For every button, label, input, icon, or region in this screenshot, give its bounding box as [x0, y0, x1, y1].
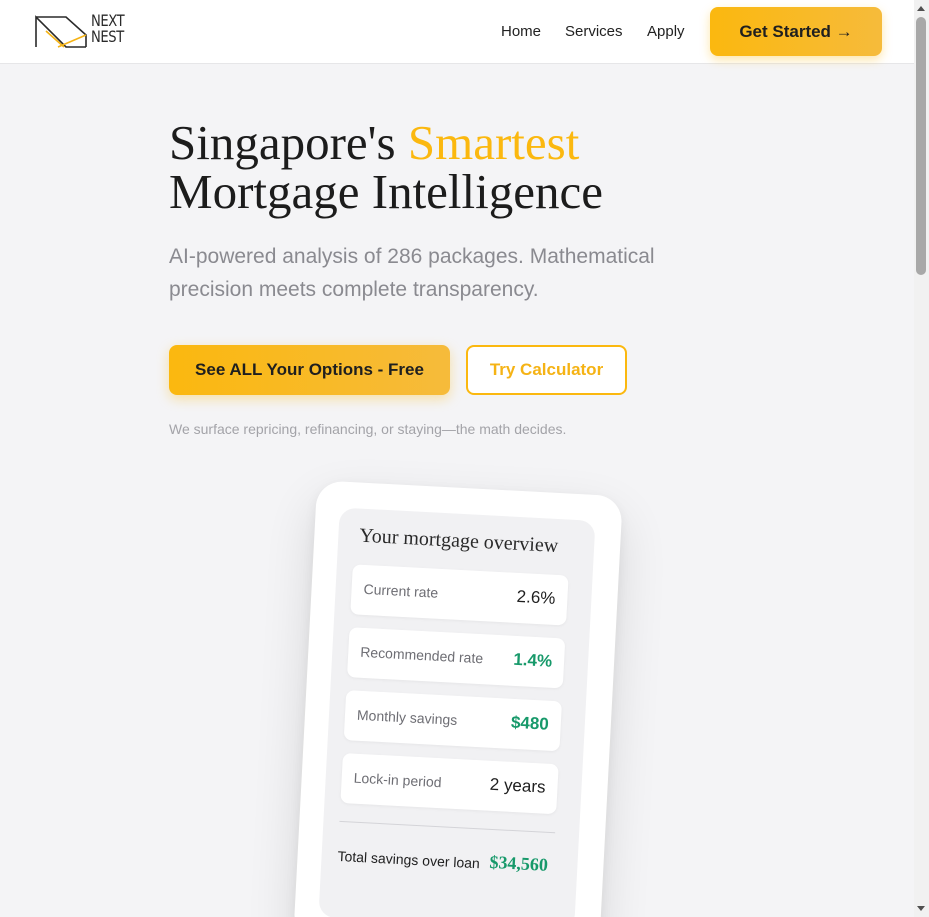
scrollbar[interactable]: [914, 0, 929, 917]
hero-title-accent: Smartest: [407, 115, 580, 170]
stat-value: 2 years: [489, 774, 546, 797]
stat-label: Recommended rate: [359, 643, 484, 667]
scroll-down-arrow-icon[interactable]: [917, 906, 925, 911]
overview-title: Your mortgage overview: [358, 524, 559, 557]
hero-title-prefix: Singapore's: [169, 115, 408, 170]
nav-services[interactable]: Services: [565, 23, 623, 40]
overview-panel: Your mortgage overview Current rate 2.6%…: [318, 507, 596, 917]
stat-label: Current rate: [363, 580, 439, 601]
stat-value: $480: [510, 712, 550, 734]
get-started-button[interactable]: Get Started →: [710, 7, 882, 56]
navbar: NEXT NEST Home Services Apply Get Starte…: [0, 0, 914, 64]
hero-title: Singapore's Smartest Mortgage Intelligen…: [169, 118, 729, 216]
mortgage-overview-card: Your mortgage overview Current rate 2.6%…: [293, 480, 623, 917]
logo-mark-icon: [35, 15, 87, 48]
stat-label: Lock-in period: [353, 769, 442, 791]
logo[interactable]: NEXT NEST: [34, 13, 134, 49]
total-savings-value: $34,560: [488, 851, 549, 875]
stat-recommended-rate: Recommended rate 1.4%: [346, 627, 566, 689]
stat-value: 2.6%: [516, 586, 556, 608]
divider: [339, 820, 556, 834]
logo-text-content: NEXT NEST: [91, 11, 125, 46]
stat-value: 1.4%: [512, 649, 553, 671]
scroll-up-arrow-icon[interactable]: [917, 6, 925, 11]
total-savings-label: Total savings over loan: [337, 847, 481, 872]
stat-lock-in-period: Lock-in period 2 years: [340, 753, 559, 815]
hero-subtitle: AI-powered analysis of 286 packages. Mat…: [169, 245, 655, 301]
hero-title-line2: Mortgage Intelligence: [169, 164, 604, 219]
logo-text: NEXT NEST: [91, 11, 125, 46]
hero-note: We surface repricing, refinancing, or st…: [169, 421, 567, 437]
stat-current-rate: Current rate 2.6%: [350, 564, 569, 626]
see-all-options-button[interactable]: See ALL Your Options - Free: [169, 345, 450, 395]
scrollbar-thumb[interactable]: [916, 17, 926, 275]
try-calculator-button[interactable]: Try Calculator: [466, 345, 627, 395]
stat-monthly-savings: Monthly savings $480: [343, 690, 563, 752]
nav-home[interactable]: Home: [501, 23, 541, 40]
stat-label: Monthly savings: [356, 706, 458, 728]
nav-apply[interactable]: Apply: [647, 23, 685, 40]
